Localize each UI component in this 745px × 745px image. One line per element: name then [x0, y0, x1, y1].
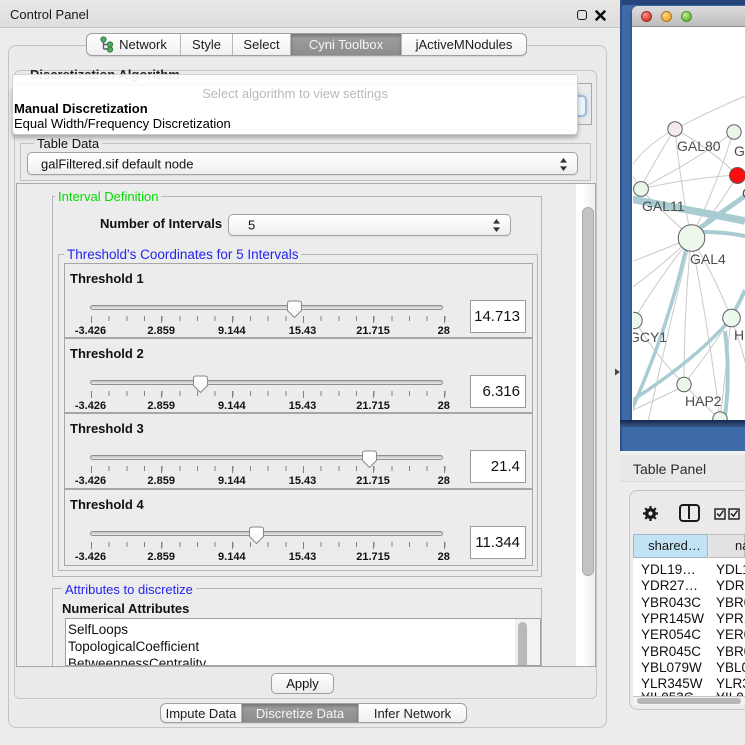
svg-text:GAL80: GAL80 — [677, 138, 721, 154]
svg-text:GAL4: GAL4 — [690, 251, 726, 267]
svg-text:GCY1: GCY1 — [633, 329, 667, 345]
svg-text:H: H — [734, 327, 744, 343]
svg-text:GAL11: GAL11 — [642, 198, 685, 214]
svg-text:HAP2: HAP2 — [685, 393, 722, 409]
svg-text:GA: GA — [734, 143, 745, 159]
